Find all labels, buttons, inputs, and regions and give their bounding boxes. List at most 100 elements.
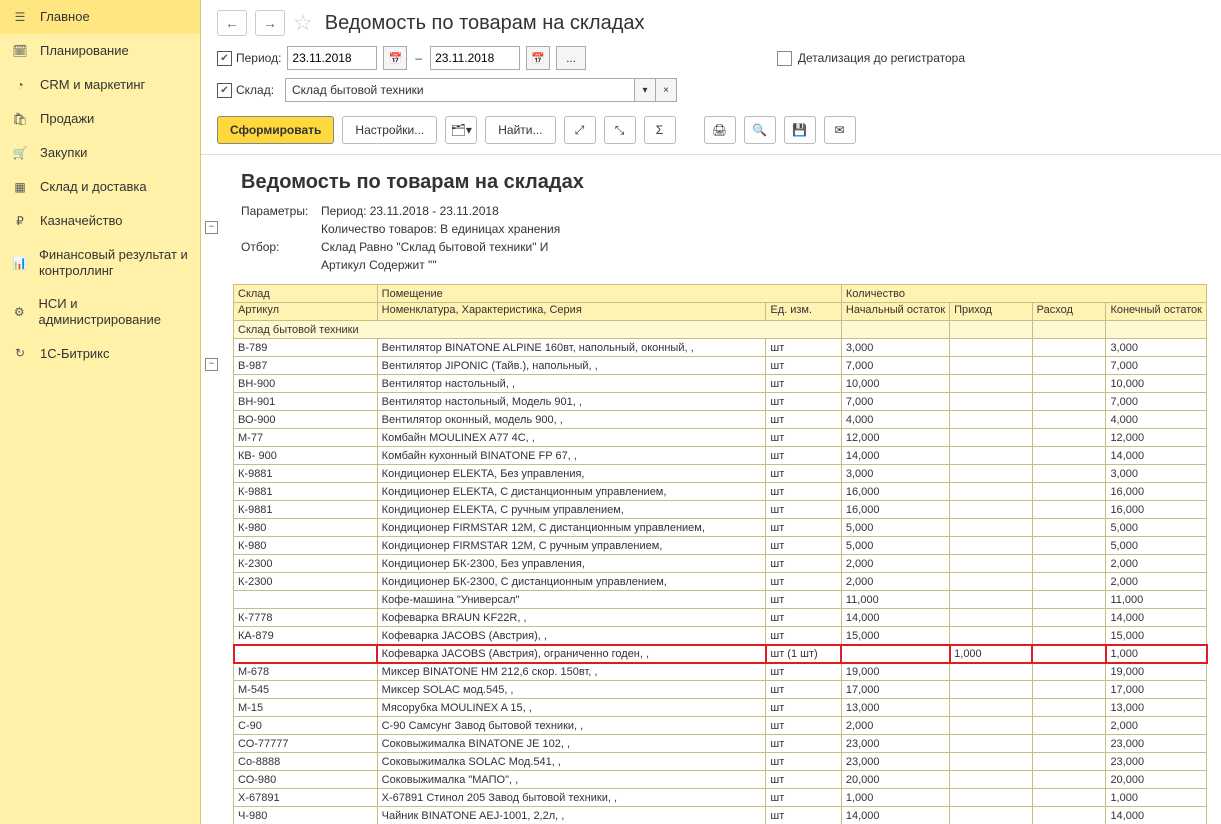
calendar-from-button[interactable]: 📅 [383,46,407,70]
cell-nach: 13,000 [841,699,949,717]
sidebar-item-6[interactable]: ₽Казначейство [0,204,200,238]
cell-ed: шт [766,717,842,735]
table-row[interactable]: Кофе-машина "Универсал"шт11,00011,000 [234,591,1207,609]
sidebar-icon: ↻ [12,345,28,361]
warehouse-clear-button[interactable]: × [655,79,676,101]
table-row[interactable]: Со-8888Соковыжималка SOLAC Мод.541, ,шт2… [234,753,1207,771]
calendar-to-button[interactable]: 📅 [526,46,550,70]
cell-prih [950,483,1033,501]
sidebar-label: Планирование [40,43,129,59]
table-row[interactable]: СО-980Соковыжималка "МАПО", ,шт20,00020,… [234,771,1207,789]
table-row[interactable]: М-77Комбайн MOULINEX A77 4C, ,шт12,00012… [234,429,1207,447]
table-row[interactable]: Х-67891Х-67891 Стинол 205 Завод бытовой … [234,789,1207,807]
cell-ed: шт [766,573,842,591]
cell-nach: 23,000 [841,735,949,753]
table-row[interactable]: ВН-901Вентилятор настольный, Модель 901,… [234,393,1207,411]
sidebar-item-4[interactable]: 🛒Закупки [0,136,200,170]
collapse-handle-group[interactable]: − [205,358,218,371]
sidebar-item-1[interactable]: 🗓Планирование [0,34,200,68]
favorite-star-icon[interactable]: ☆ [293,10,313,36]
cell-art: К-9881 [234,465,378,483]
sidebar-item-3[interactable]: 🛍Продажи [0,102,200,136]
collapse-handle-top[interactable]: − [205,221,218,234]
find-button[interactable]: Найти... [485,116,555,144]
table-row[interactable]: К-9881Кондиционер ELEKTA, Без управления… [234,465,1207,483]
preview-button[interactable]: 🔍 [744,116,776,144]
cell-ed: шт [766,735,842,753]
table-row[interactable]: ВО-900Вентилятор оконный, модель 900, ,ш… [234,411,1207,429]
table-row[interactable]: КА-879Кофеварка JACOBS (Австрия), ,шт15,… [234,627,1207,645]
table-row[interactable]: В-987Вентилятор JIPONIC (Тайв.), напольн… [234,357,1207,375]
form-button[interactable]: Сформировать [217,116,334,144]
cell-nom: Кондиционер FIRMSTAR 12M, С ручным управ… [377,537,766,555]
table-row[interactable]: М-15Мясорубка MOULINEX A 15, ,шт13,00013… [234,699,1207,717]
table-row[interactable]: В-789Вентилятор BINATONE ALPINE 160вт, н… [234,339,1207,357]
save-button[interactable]: 💾 [784,116,816,144]
settings-button[interactable]: Настройки... [342,116,437,144]
warehouse-dropdown-button[interactable]: ▾ [634,79,655,101]
cell-ed: шт [766,375,842,393]
sidebar-item-7[interactable]: 📊Финансовый результат и контроллинг [0,238,200,287]
warehouse-checkbox[interactable]: Склад: [217,83,279,98]
cell-art: Х-67891 [234,789,378,807]
cell-rash [1032,375,1106,393]
table-row[interactable]: М-678Миксер BINATONE HM 212,6 скор. 150в… [234,663,1207,681]
variants-button[interactable]: 🗂▾ [445,116,477,144]
date-to-input[interactable] [430,46,520,70]
cell-kon: 1,000 [1106,645,1207,663]
table-row[interactable]: Ч-980Чайник BINATONE AEJ-1001, 2,2л, ,шт… [234,807,1207,824]
period-more-button[interactable]: ... [556,46,586,70]
warehouse-select[interactable]: Склад бытовой техники ▾ × [285,78,677,102]
print-button[interactable]: 🖨 [704,116,736,144]
table-row[interactable]: ВН-900Вентилятор настольный, ,шт10,00010… [234,375,1207,393]
cell-nach: 14,000 [841,609,949,627]
period-checkbox[interactable]: Период: [217,51,281,66]
table-row[interactable]: К-980Кондиционер FIRMSTAR 12M, С ручным … [234,537,1207,555]
cell-ed: шт [766,771,842,789]
nav-forward-button[interactable]: → [255,10,285,36]
sidebar-item-0[interactable]: ☰Главное [0,0,200,34]
cell-art: ВН-900 [234,375,378,393]
table-row[interactable]: К-980Кондиционер FIRMSTAR 12M, С дистанц… [234,519,1207,537]
cell-nom: Кондиционер БК-2300, С дистанционным упр… [377,573,766,591]
sidebar-item-2[interactable]: ◔CRM и маркетинг [0,68,200,102]
table-row[interactable]: К-9881Кондиционер ELEKTA, С ручным управ… [234,501,1207,519]
cell-nom: Мясорубка MOULINEX A 15, , [377,699,766,717]
sum-button[interactable]: Σ [644,116,676,144]
report-table: Склад Помещение Количество Артикул Номен… [233,284,1207,824]
cell-nach: 11,000 [841,591,949,609]
cell-art: М-545 [234,681,378,699]
table-row[interactable]: КВ- 900Комбайн кухонный BINATONE FP 67, … [234,447,1207,465]
sidebar-item-9[interactable]: ↻1С-Битрикс [0,336,200,370]
table-row[interactable]: К-2300Кондиционер БК-2300, Без управлени… [234,555,1207,573]
table-row[interactable]: С-90С-90 Самсунг Завод бытовой техники, … [234,717,1207,735]
sidebar-item-5[interactable]: ▦Склад и доставка [0,170,200,204]
cell-kon: 2,000 [1106,555,1207,573]
date-from-input[interactable] [287,46,377,70]
cell-rash [1032,753,1106,771]
cell-kon: 1,000 [1106,789,1207,807]
email-button[interactable]: ✉ [824,116,856,144]
cell-ed: шт [766,627,842,645]
collapse-button[interactable]: ⤡ [604,116,636,144]
cell-prih [950,447,1033,465]
table-row[interactable]: К-7778Кофеварка BRAUN KF22R, ,шт14,00014… [234,609,1207,627]
report-title: Ведомость по товарам на складах [241,171,1221,194]
expand-button[interactable]: ⤢ [564,116,596,144]
col-art: Артикул [234,303,378,321]
col-pomesh: Помещение [377,285,841,303]
cell-art: К-980 [234,519,378,537]
cell-nach: 2,000 [841,573,949,591]
table-row[interactable]: К-2300Кондиционер БК-2300, С дистанционн… [234,573,1207,591]
table-row[interactable]: СО-77777Соковыжималка BINATONE JE 102, ,… [234,735,1207,753]
nav-back-button[interactable]: ← [217,10,247,36]
table-row[interactable]: М-545Миксер SOLAC мод.545, ,шт17,00017,0… [234,681,1207,699]
sidebar-icon: 🛍 [12,111,28,127]
sidebar-item-8[interactable]: ⚙НСИ и администрирование [0,287,200,336]
cell-ed: шт [766,789,842,807]
detail-checkbox[interactable]: Детализация до регистратора [777,51,965,66]
table-row[interactable]: К-9881Кондиционер ELEKTA, С дистанционны… [234,483,1207,501]
table-row[interactable]: Кофеварка JACOBS (Австрия), ограниченно … [234,645,1207,663]
cell-prih [950,789,1033,807]
cell-rash [1032,591,1106,609]
